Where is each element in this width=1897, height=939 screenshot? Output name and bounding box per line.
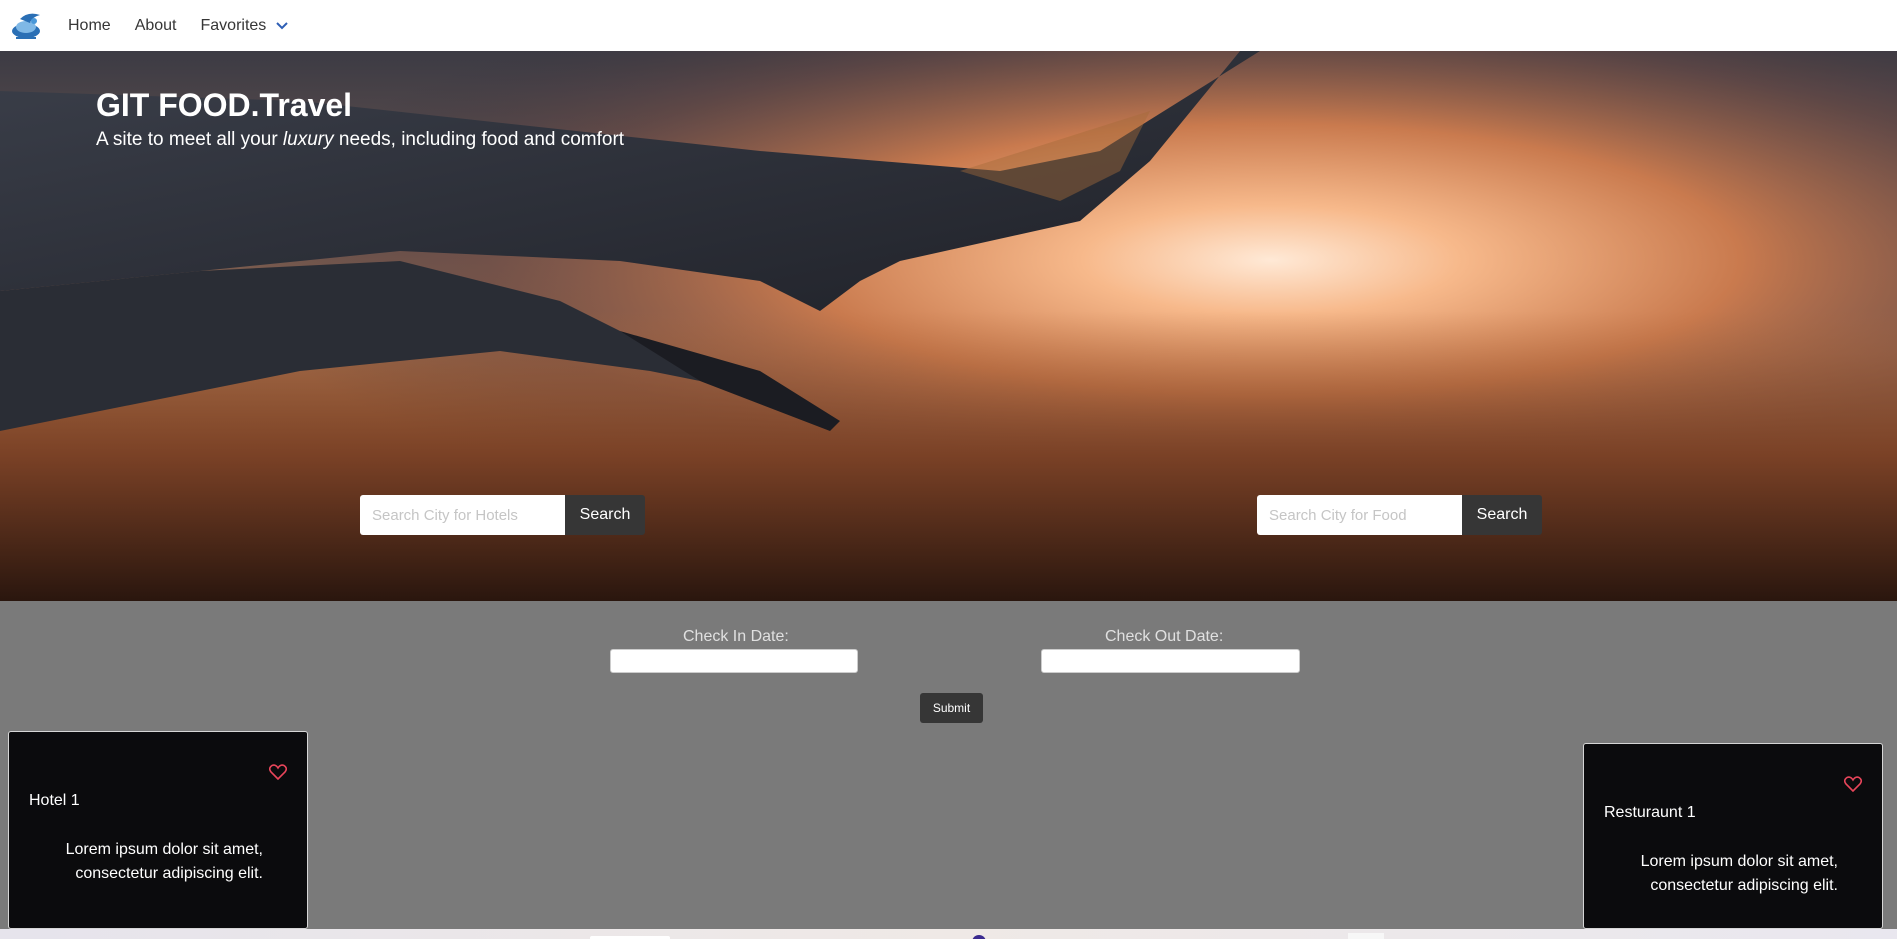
heart-icon[interactable] xyxy=(1843,776,1863,793)
restaurant-card-title: Resturaunt 1 xyxy=(1604,804,1696,821)
nav-about[interactable]: About xyxy=(135,17,177,35)
check-in-label: Check In Date: xyxy=(683,628,789,645)
nav-home[interactable]: Home xyxy=(68,17,111,35)
subtitle-part-2: needs, including food and comfort xyxy=(333,129,625,150)
food-search-button[interactable]: Search xyxy=(1462,495,1542,535)
submit-button[interactable]: Submit xyxy=(920,693,983,723)
hero-title: GIT FOOD.Travel xyxy=(96,87,353,123)
hero-subtitle: A site to meet all your luxury needs, in… xyxy=(96,129,624,151)
nav-favorites[interactable]: Favorites xyxy=(201,17,289,35)
site-logo[interactable] xyxy=(10,9,46,43)
check-out-date-input[interactable] xyxy=(1041,649,1300,673)
heart-icon[interactable] xyxy=(268,764,288,781)
check-out-label: Check Out Date: xyxy=(1105,628,1224,645)
hotel-search-group: Search xyxy=(360,495,645,535)
hotel-search-button[interactable]: Search xyxy=(565,495,645,535)
check-in-date-input[interactable] xyxy=(610,649,858,673)
next-section-strip xyxy=(0,929,1897,939)
subtitle-emphasis: luxury xyxy=(282,129,334,150)
hotel-card-title: Hotel 1 xyxy=(29,792,80,809)
nav-favorites-label: Favorites xyxy=(200,16,267,34)
navbar: Home About Favorites xyxy=(0,0,1897,51)
restaurant-card[interactable]: Resturaunt 1 Lorem ipsum dolor sit amet,… xyxy=(1583,743,1883,929)
restaurant-card-text: Lorem ipsum dolor sit amet, consectetur … xyxy=(1640,853,1838,894)
hotel-search-input[interactable] xyxy=(360,495,565,535)
hotel-card-text: Lorem ipsum dolor sit amet, consectetur … xyxy=(65,841,263,882)
chevron-down-icon xyxy=(276,17,289,35)
food-search-input[interactable] xyxy=(1257,495,1462,535)
strip-element xyxy=(1348,933,1384,939)
food-search-group: Search xyxy=(1257,495,1542,535)
subtitle-part-1: A site to meet all your xyxy=(96,129,283,150)
hotel-card[interactable]: Hotel 1 Lorem ipsum dolor sit amet, cons… xyxy=(8,731,308,929)
hero-banner: GIT FOOD.Travel A site to meet all your … xyxy=(0,51,1897,601)
